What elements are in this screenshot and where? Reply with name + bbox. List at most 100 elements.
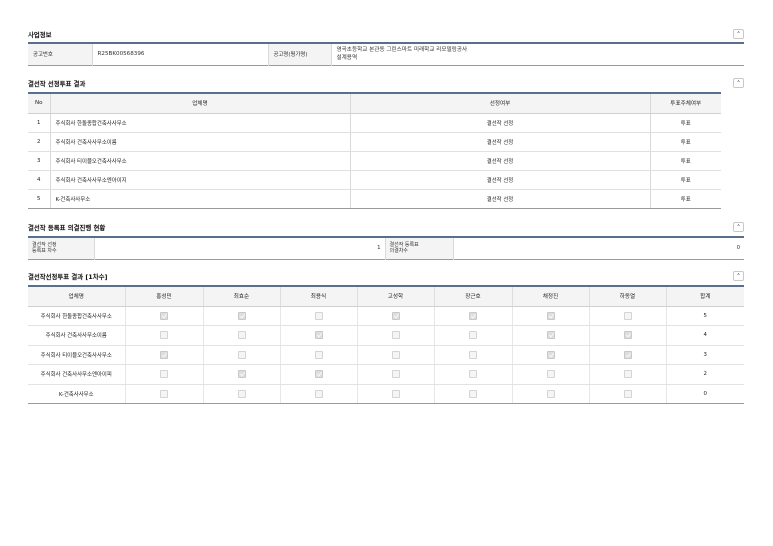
checkbox-icon[interactable] [546,331,555,340]
vote-cell [124,345,203,365]
checkbox-icon[interactable] [391,331,400,340]
count-label-line2: 의결차수 [389,248,408,255]
section-header-info: 사업정보 ˄ [28,28,744,40]
checkbox-icon[interactable] [160,331,168,340]
row-vote: 투표 [649,189,721,209]
vote-cell [356,384,434,404]
checkbox-icon[interactable] [546,311,555,320]
chevron-up-icon: ˄ [736,30,741,39]
vote-cell [511,364,589,385]
table-row: 2 주식회사 건축사사무소이름 결선작 선정 투표 [28,132,721,152]
checkbox-icon[interactable] [314,350,323,359]
checkbox-icon[interactable] [623,311,632,320]
vote-cell [433,306,512,326]
checkbox-icon[interactable] [391,389,400,398]
checkbox-icon[interactable] [391,350,400,359]
col-judge: 최용식 [279,286,357,307]
checkbox-icon[interactable] [237,311,246,320]
vote-firm: 주식회사 건축사사무소이름 [28,325,125,346]
vote-cell [202,364,280,385]
notice-name-label: 공고명(평가명) [267,43,331,65]
vote-cell [511,345,589,365]
vote-cell [356,364,434,385]
vote-cell [279,325,357,346]
collapse-votes-button[interactable]: ˄ [733,271,744,281]
info-table: 공고번호 R25BK00568396 공고명(평가명) 영곡초등학교 본관동 그… [28,42,744,66]
chevron-up-icon: ˄ [736,223,741,232]
vote-cell [511,325,589,346]
vote-total: 3 [665,345,744,365]
section-header-votes: 결선작선정투표 결과 [1차수] ˄ [28,270,744,282]
row-no: 2 [28,132,50,152]
checkbox-icon[interactable] [623,389,632,398]
checkbox-icon[interactable] [160,311,168,320]
checkbox-icon[interactable] [546,370,555,379]
collapse-info-button[interactable]: ˄ [733,29,744,39]
vote-firm: 주식회사 한돌종합건축사사무소 [28,306,125,326]
vote-cell [279,306,357,326]
table-row: 주식회사 한돌종합건축사사무소 5 [28,306,744,326]
vote-cell [124,325,203,346]
checkbox-icon[interactable] [469,311,477,320]
row-vote: 투표 [649,113,721,133]
col-total: 합계 [665,286,744,307]
row-firm: 주식회사 건축사사무소이름 [49,132,350,152]
row-firm: 주식회사 한돌종합건축사사무소 [49,113,350,133]
vote-cell [279,364,357,385]
collapse-progress-button[interactable]: ˄ [733,222,744,232]
result-header-row: No 업체명 선정여부 투표주체여부 [28,93,721,114]
table-row: 1 주식회사 한돌종합건축사사무소 결선작 선정 투표 [28,113,721,133]
checkbox-icon[interactable] [623,331,632,340]
checkbox-icon[interactable] [237,350,246,359]
notice-name-line1: 영곡초등학교 본관동 그린스마트 미래학교 리모델링공사 [336,47,468,54]
checkbox-icon[interactable] [391,311,400,320]
checkbox-icon[interactable] [314,389,323,398]
vote-cell [202,345,280,365]
vote-cell [356,345,434,365]
vote-cell [588,364,666,385]
notice-name-value: 영곡초등학교 본관동 그린스마트 미래학교 리모델링공사 설계용역 [330,43,744,65]
collapse-result-button[interactable]: ˄ [733,78,744,88]
checkbox-icon[interactable] [546,350,555,359]
checkbox-icon[interactable] [469,350,477,359]
section-header-progress: 결선작 등록표 의결진행 현황 ˄ [28,221,744,233]
checkbox-icon[interactable] [314,331,323,340]
row-no: 3 [28,151,50,171]
vote-cell [511,384,589,404]
checkbox-icon[interactable] [160,370,168,379]
notice-number-value: R25BK00568396 [91,43,268,65]
vote-cell [588,306,666,326]
vote-cell [433,384,512,404]
checkbox-icon[interactable] [469,389,477,398]
checkbox-icon[interactable] [160,350,168,359]
progress-table: 결선작 선정 등록표 차수 1 결선작 등록표 의결차수 0 [28,236,744,260]
col-judge: 고성학 [356,286,434,307]
checkbox-icon[interactable] [391,370,400,379]
checkbox-icon[interactable] [623,370,632,379]
checkbox-icon[interactable] [546,389,555,398]
table-row: 5 K-건축사사무소 결선작 선정 투표 [28,189,721,209]
page: 사업정보 ˄ 공고번호 R25BK00568396 공고명(평가명) 영곡초등학… [0,0,773,546]
checkbox-icon[interactable] [469,331,477,340]
vote-cell [202,306,280,326]
checkbox-icon[interactable] [237,370,246,379]
checkbox-icon[interactable] [237,331,246,340]
checkbox-icon[interactable] [237,389,246,398]
row-firm: 주식회사 티이블오건축사사무소 [49,151,350,171]
col-selected: 선정여부 [349,93,650,114]
vote-cell [511,306,589,326]
checkbox-icon[interactable] [160,389,168,398]
row-vote: 투표 [649,132,721,152]
table-row: 주식회사 건축사사무소엔아이피 2 [28,364,744,385]
votes-header-row: 업체명 홍성민 최효순 최용식 고성학 장근호 채정진 하동열 합계 [28,286,744,307]
checkbox-icon[interactable] [314,370,323,379]
col-firm: 업체명 [28,286,125,307]
vote-cell [433,345,512,365]
checkbox-icon[interactable] [469,370,477,379]
checkbox-icon[interactable] [623,350,632,359]
row-vote: 투표 [649,170,721,190]
vote-cell [124,364,203,385]
result-table: No 업체명 선정여부 투표주체여부 1 주식회사 한돌종합건축사사무소 결선작… [28,92,721,209]
checkbox-icon[interactable] [314,311,323,320]
vote-cell [279,384,357,404]
